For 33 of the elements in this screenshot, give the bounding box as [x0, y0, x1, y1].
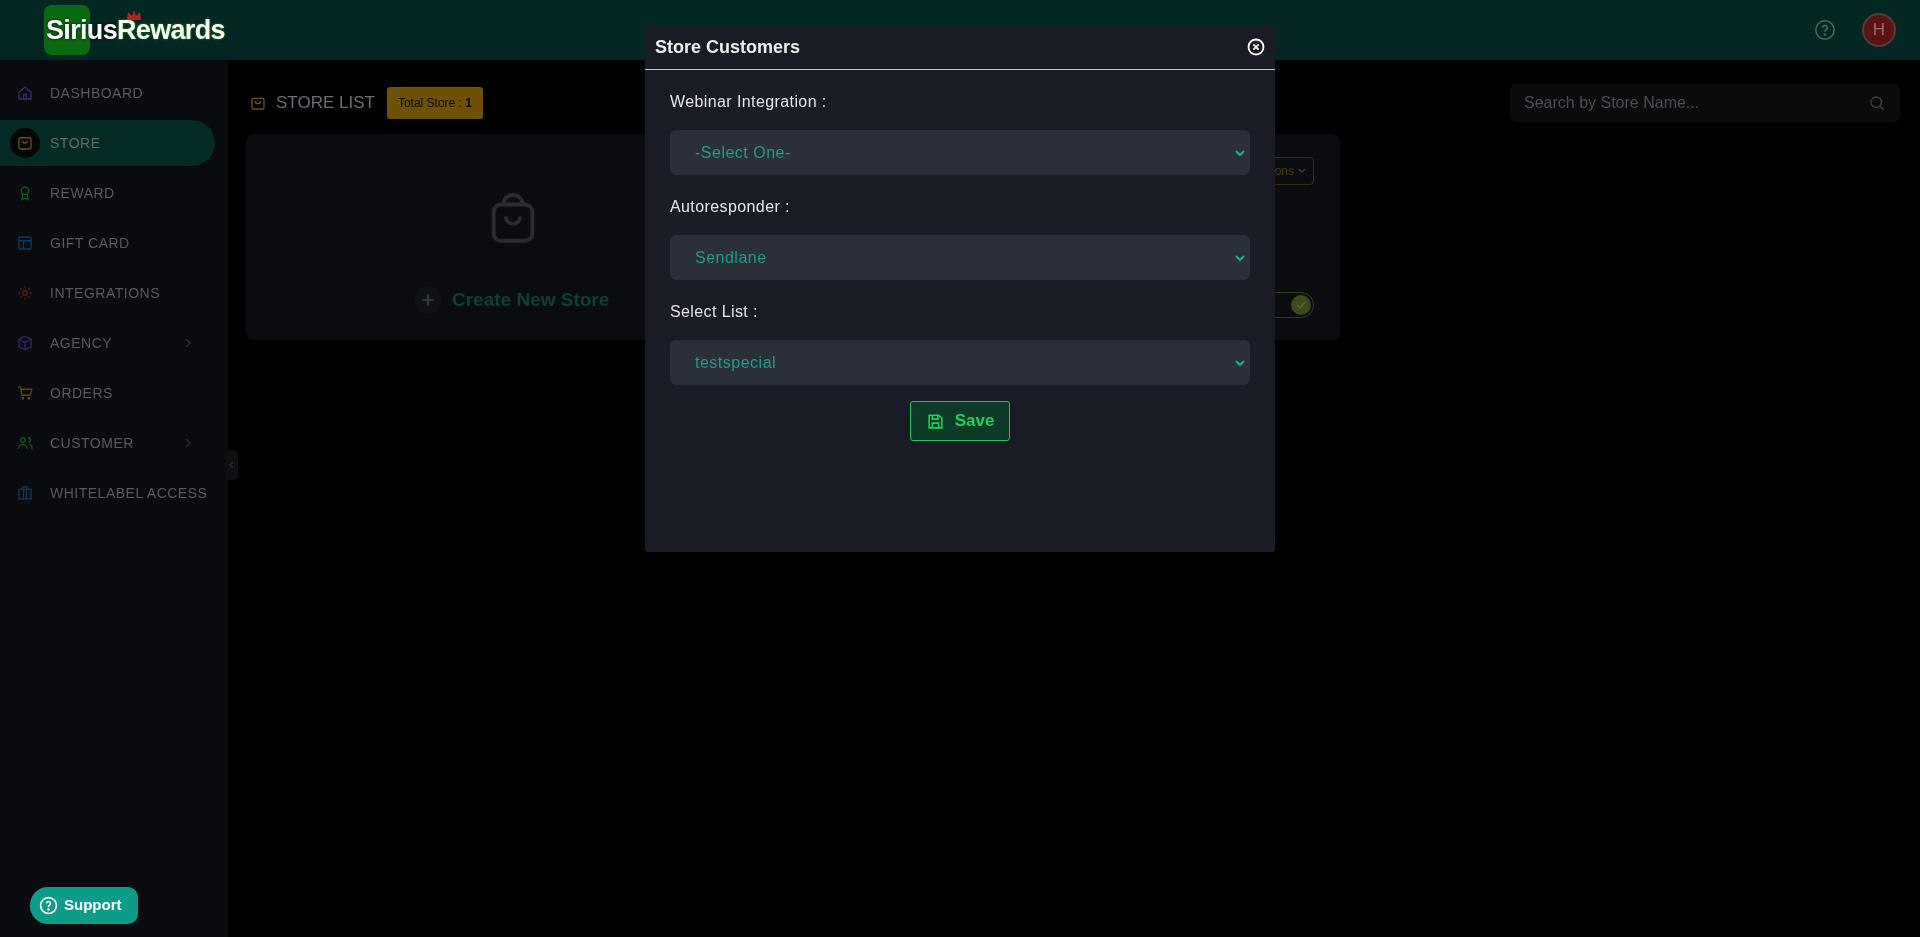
field-label: Autoresponder :: [670, 197, 790, 217]
sidebar-item[interactable]: AGENCY: [0, 320, 215, 366]
sidebar-item[interactable]: ORDERS: [0, 370, 215, 416]
field-label: Select List :: [670, 302, 758, 322]
save-button[interactable]: Save: [910, 401, 1010, 441]
logo: SiriusRewards: [44, 5, 225, 55]
sidebar-item[interactable]: DASHBOARD: [0, 70, 215, 116]
select-dropdown[interactable]: -Select One-: [670, 130, 1250, 175]
collapse-handle[interactable]: [226, 450, 238, 480]
support-button[interactable]: Support: [30, 887, 138, 924]
sidebar-item[interactable]: STORE: [0, 120, 215, 166]
select-dropdown[interactable]: testspecial: [670, 340, 1250, 385]
store-count-badge: Total Store : 1: [386, 87, 483, 119]
modal-title: Store Customers: [655, 35, 802, 59]
plus-icon[interactable]: [414, 286, 442, 315]
sidebar-item[interactable]: CUSTOMER: [0, 420, 215, 466]
sidebar-item[interactable]: REWARD: [0, 170, 215, 216]
save-icon: [925, 411, 945, 431]
search-icon[interactable]: [1868, 94, 1886, 112]
select-dropdown[interactable]: Sendlane: [670, 235, 1250, 280]
check-icon: [1295, 299, 1307, 311]
sidebar-item[interactable]: INTEGRATIONS: [0, 270, 215, 316]
help-icon[interactable]: [1814, 19, 1836, 41]
user-avatar[interactable]: H: [1862, 13, 1896, 47]
sidebar-item[interactable]: GIFT CARD: [0, 220, 215, 266]
help-icon: [39, 896, 58, 915]
page-title: STORE LIST: [276, 92, 375, 115]
field-label: Webinar Integration :: [670, 92, 827, 112]
bag-icon: [250, 95, 266, 111]
search-field[interactable]: Search by Store Name...: [1510, 84, 1900, 122]
sidebar-item[interactable]: WHITELABEL ACCESS: [0, 470, 215, 516]
bag-icon: [10, 128, 40, 158]
close-icon[interactable]: [1247, 38, 1265, 56]
